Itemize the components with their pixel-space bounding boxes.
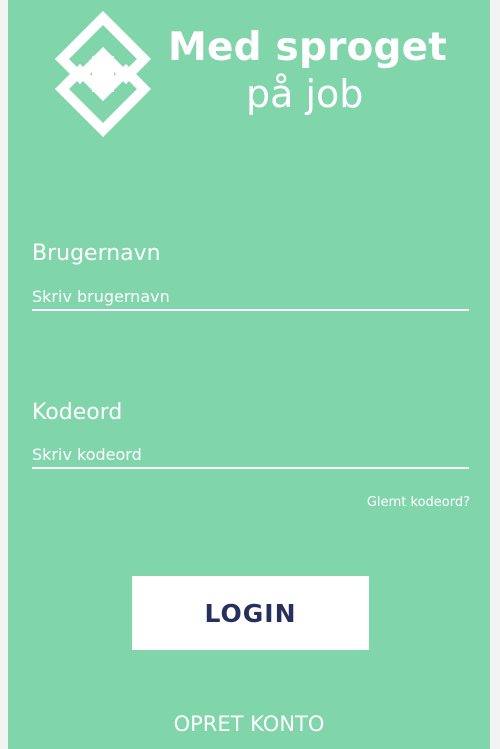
app-logo: Med sproget på job [8, 0, 490, 150]
username-input[interactable] [32, 283, 469, 311]
username-label: Brugernavn [32, 241, 161, 266]
login-button[interactable]: LOGIN [132, 576, 369, 650]
password-input[interactable] [32, 441, 469, 469]
login-screen: Med sproget på job Brugernavn Kodeord Gl… [8, 0, 490, 749]
logo-title-line-1: Med sproget [168, 25, 448, 70]
forgot-password-link[interactable]: Glemt kodeord? [348, 495, 470, 510]
password-label: Kodeord [32, 400, 123, 425]
logo-title-line-2: på job [246, 72, 364, 116]
interlocked-s-logo-icon [54, 10, 152, 138]
create-account-link[interactable]: OPRET KONTO [8, 714, 490, 735]
